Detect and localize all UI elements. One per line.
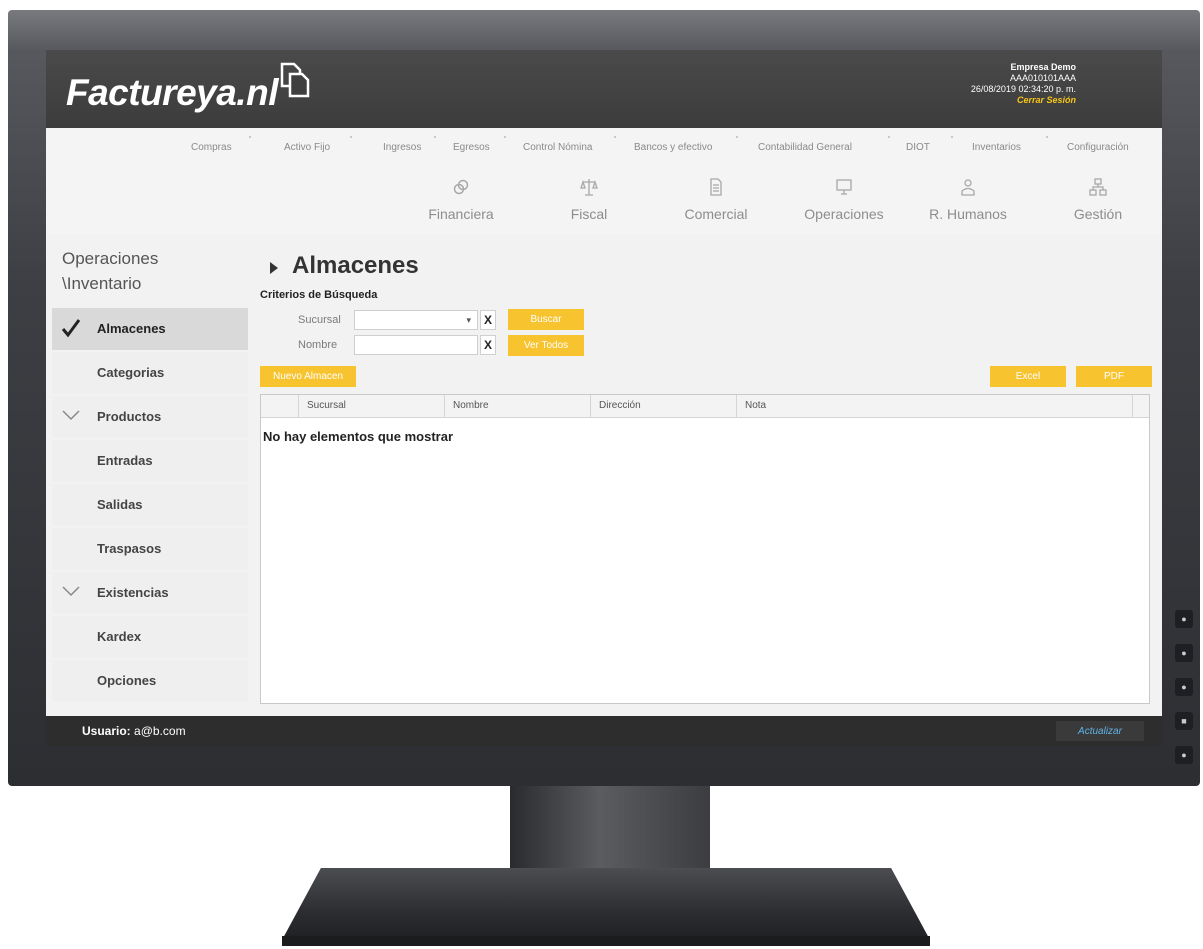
menu-configuracion[interactable]: Configuración — [1067, 142, 1129, 153]
buscar-button[interactable]: Buscar — [508, 309, 584, 330]
nombre-clear-button[interactable]: X — [480, 335, 496, 355]
excel-export-button[interactable]: Excel — [990, 366, 1066, 387]
user-label: Usuario: — [82, 724, 131, 738]
table-header-nota[interactable]: Nota — [737, 395, 1133, 417]
scale-icon — [580, 179, 598, 196]
menu-control-nomina[interactable]: Control Nómina — [523, 142, 592, 153]
sidebar-item-label: Productos — [97, 409, 162, 424]
checkmark-icon — [61, 319, 81, 338]
sidebar: Operaciones \Inventario Almacenes Catego… — [46, 234, 248, 716]
sidebar-item-label: Entradas — [97, 453, 153, 468]
module-label: Operaciones — [804, 206, 884, 222]
sidebar-item-opciones[interactable]: Opciones — [52, 660, 248, 702]
monitor-input-button-icon: ● — [1175, 678, 1193, 696]
status-bar: Usuario: a@b.com Actualizar — [46, 716, 1162, 746]
sidebar-item-kardex[interactable]: Kardex — [52, 616, 248, 658]
org-chart-icon — [1089, 178, 1107, 196]
monitor-icon — [836, 179, 852, 195]
table-header-sucursal[interactable]: Sucursal — [299, 395, 445, 417]
module-operaciones[interactable]: Operaciones — [798, 178, 890, 222]
menu-egresos[interactable]: Egresos — [453, 142, 490, 153]
table-header: Sucursal Nombre Dirección Nota — [261, 395, 1149, 418]
app-logo: Factureya.nl — [66, 72, 278, 113]
app-screen: Factureya.nl Empresa Demo AAA010101AAA 2… — [46, 50, 1162, 746]
menu-activo-fijo[interactable]: Activo Fijo — [284, 142, 330, 153]
menu-compras[interactable]: Compras — [191, 142, 232, 153]
nuevo-almacen-button[interactable]: Nuevo Almacen — [260, 366, 356, 387]
monitor-brightness-button-icon: ● — [1175, 644, 1193, 662]
sidebar-item-salidas[interactable]: Salidas — [52, 484, 248, 526]
monitor-stand-base-edge — [282, 936, 930, 946]
sidebar-item-label: Categorias — [97, 365, 165, 380]
table-header-direccion[interactable]: Dirección — [591, 395, 737, 417]
monitor-stand-base — [282, 868, 930, 940]
sucursal-select[interactable]: ▾ — [354, 310, 478, 330]
module-label: R. Humanos — [929, 206, 1007, 222]
module-gestion[interactable]: Gestión — [1062, 178, 1134, 222]
company-name: Empresa Demo — [1010, 62, 1076, 72]
menu-inventarios[interactable]: Inventarios — [972, 142, 1021, 153]
module-bar: Financiera Fiscal Comercial Operaciones — [46, 160, 1162, 234]
person-icon — [961, 179, 975, 196]
module-label: Gestión — [1073, 206, 1123, 222]
menu-diot[interactable]: DIOT — [906, 142, 930, 153]
sidebar-title: Operaciones \Inventario — [62, 249, 159, 293]
module-comercial[interactable]: Comercial — [674, 178, 758, 222]
sidebar-item-productos[interactable]: Productos — [52, 396, 248, 438]
module-financiera[interactable]: Financiera — [426, 178, 496, 222]
monitor-settings-button-icon: ■ — [1175, 712, 1193, 730]
sidebar-item-label: Opciones — [97, 673, 157, 688]
sidebar-item-label: Kardex — [97, 629, 142, 644]
almacenes-table: Sucursal Nombre Dirección Nota No hay el… — [260, 394, 1150, 704]
module-label: Comercial — [684, 206, 748, 222]
current-datetime: 26/08/2019 02:34:20 p. m. — [970, 84, 1076, 94]
caret-right-icon — [270, 262, 278, 274]
nombre-label: Nombre — [298, 339, 338, 351]
chevron-down-icon — [62, 586, 80, 597]
company-info: Empresa Demo AAA010101AAA 26/08/2019 02:… — [971, 62, 1076, 106]
sidebar-item-label: Traspasos — [97, 541, 162, 556]
module-recursos-humanos[interactable]: R. Humanos — [925, 178, 1011, 222]
main-content: Almacenes Criterios de Búsqueda Sucursal… — [258, 234, 1162, 716]
menu-bancos[interactable]: Bancos y efectivo — [634, 142, 712, 153]
logout-link[interactable]: Cerrar Sesión — [971, 95, 1076, 106]
page-title-text: Almacenes — [292, 252, 419, 279]
sidebar-item-label: Existencias — [97, 585, 169, 600]
table-empty-message: No hay elementos que mostrar — [263, 429, 453, 444]
table-header-select — [261, 395, 299, 417]
sidebar-item-traspasos[interactable]: Traspasos — [52, 528, 248, 570]
sidebar-item-existencias[interactable]: Existencias — [52, 572, 248, 614]
sidebar-item-entradas[interactable]: Entradas — [52, 440, 248, 482]
document-icon — [710, 178, 722, 196]
module-fiscal[interactable]: Fiscal — [559, 178, 619, 222]
sidebar-item-categorias[interactable]: Categorias — [52, 352, 248, 394]
table-header-nombre[interactable]: Nombre — [445, 395, 591, 417]
sucursal-label: Sucursal — [298, 314, 341, 326]
document-copy-icon — [280, 62, 310, 98]
sucursal-clear-button[interactable]: X — [480, 310, 496, 330]
current-user: Usuario: a@b.com — [82, 724, 186, 738]
ver-todos-button[interactable]: Ver Todos — [508, 335, 584, 356]
chevron-down-icon: ▾ — [466, 315, 471, 325]
user-email: a@b.com — [134, 724, 186, 738]
sidebar-item-label: Almacenes — [97, 321, 166, 336]
menu-contabilidad-general[interactable]: Contabilidad General — [758, 142, 852, 153]
nombre-input[interactable] — [354, 335, 478, 355]
search-criteria-label: Criterios de Búsqueda — [260, 289, 378, 301]
sidebar-item-almacenes[interactable]: Almacenes — [52, 308, 248, 350]
company-rfc: AAA010101AAA — [1009, 73, 1076, 83]
top-menu: Compras Activo Fijo Ingresos Egresos Con… — [46, 128, 1162, 160]
app-header: Factureya.nl Empresa Demo AAA010101AAA 2… — [46, 50, 1162, 128]
monitor-menu-button-icon: ● — [1175, 610, 1193, 628]
monitor-power-button-icon: ● — [1175, 746, 1193, 764]
chevron-down-icon — [62, 410, 80, 421]
actualizar-button[interactable]: Actualizar — [1056, 721, 1144, 741]
module-label: Financiera — [428, 206, 494, 222]
link-icon — [453, 179, 469, 195]
monitor-side-buttons: ● ● ● ■ ● — [1172, 610, 1196, 780]
menu-ingresos[interactable]: Ingresos — [383, 142, 421, 153]
module-label: Fiscal — [570, 206, 608, 222]
sidebar-item-label: Salidas — [97, 497, 143, 512]
pdf-export-button[interactable]: PDF — [1076, 366, 1152, 387]
